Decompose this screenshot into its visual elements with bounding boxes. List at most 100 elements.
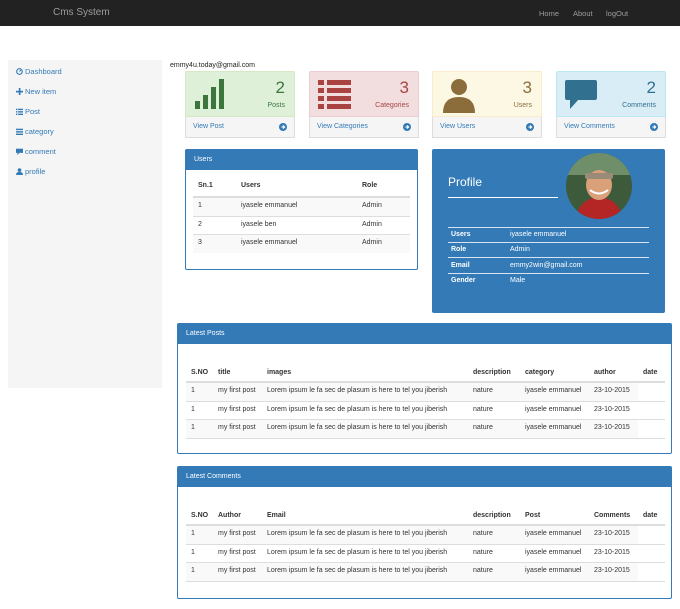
card-body: 2 Posts <box>185 71 295 117</box>
sidebar-item-category[interactable]: category <box>16 127 54 136</box>
panel-title: Latest Comments <box>186 473 241 480</box>
view-post-link[interactable]: View Post <box>185 117 295 138</box>
sidebar-item-post[interactable]: Post <box>16 107 40 116</box>
sidebar-item-dashboard[interactable]: Dashboard <box>16 67 62 76</box>
card-link-text: View Post <box>193 123 224 130</box>
posts-label: Posts <box>267 102 285 109</box>
brand-link[interactable]: Cms System <box>53 7 110 18</box>
users-panel: Users Sn.1 Users Role 1 iyasele emmanuel… <box>185 149 418 270</box>
row-divider <box>186 401 665 402</box>
card-link-text: View Comments <box>564 123 615 130</box>
latest-comments-panel: Latest Comments S.NO Author Email descri… <box>177 466 672 599</box>
table-cell: my first post <box>218 530 256 537</box>
card-body: 2 Comments <box>556 71 666 117</box>
nav-logout-link[interactable]: logOut <box>606 9 628 18</box>
bar-chart-icon <box>195 79 224 109</box>
list-icon <box>16 108 23 115</box>
column-header: images <box>267 369 292 376</box>
arrow-right-circle-icon <box>526 123 534 131</box>
table-cell: my first post <box>218 567 256 574</box>
profile-field-key: Role <box>451 246 467 253</box>
profile-field-value: iyasele emmanuel <box>510 231 567 238</box>
arrow-right-circle-icon <box>403 123 411 131</box>
table-cell: 2 <box>198 221 202 228</box>
table-cell: my first post <box>218 406 256 413</box>
table-cell: 1 <box>198 202 202 209</box>
sidebar-item-label: New item <box>25 87 57 96</box>
profile-field-value: emmy2win@gmail.com <box>510 262 583 269</box>
panel-title: Users <box>194 156 213 163</box>
table-cell: Admin <box>362 202 382 209</box>
profile-panel: Profile Users iyasele emmanuel Role Admi… <box>432 149 665 313</box>
plus-icon <box>16 88 23 95</box>
arrow-right-circle-icon <box>279 123 287 131</box>
profile-field-value: Male <box>510 277 526 284</box>
table-cell: Lorem ipsum le fa sec de plasum is here … <box>267 406 448 413</box>
comment-icon <box>16 148 23 155</box>
user-email: emmy4u.today@gmail.com <box>170 62 255 69</box>
table-cell: my first post <box>218 549 256 556</box>
table-cell: nature <box>473 406 493 413</box>
avatar <box>566 153 632 219</box>
view-categories-link[interactable]: View Categories <box>309 117 419 138</box>
table-cell: iyasele ben <box>241 221 277 228</box>
profile-title: Profile <box>448 175 483 189</box>
column-header: Role <box>362 182 378 189</box>
sidebar-item-profile[interactable]: profile <box>16 167 45 176</box>
users-count: 3 <box>522 78 532 97</box>
profile-row-divider <box>448 257 649 258</box>
users-card: 3 Users View Users <box>432 71 542 138</box>
column-header: Email <box>267 512 286 519</box>
table-cell: iyasele emmanuel <box>241 202 298 209</box>
view-comments-link[interactable]: View Comments <box>556 117 666 138</box>
list-icon <box>16 128 23 135</box>
profile-field-value: Admin <box>510 246 530 253</box>
sidebar-item-label: category <box>25 127 54 136</box>
table-cell: Lorem ipsum le fa sec de plasum is here … <box>267 387 448 394</box>
table-cell: iyasele emmanuel <box>525 549 582 556</box>
sidebar-item-comment[interactable]: comment <box>16 147 56 156</box>
table-cell: iyasele emmanuel <box>525 530 582 537</box>
column-header: date <box>643 512 658 519</box>
user-icon <box>443 79 475 113</box>
panel-heading: Latest Comments <box>178 467 671 487</box>
profile-divider <box>448 197 558 198</box>
table-cell: nature <box>473 387 493 394</box>
comment-icon <box>565 80 597 109</box>
comments-card: 2 Comments View Comments <box>556 71 666 138</box>
column-header: Users <box>241 182 261 189</box>
sidebar-item-label: profile <box>25 167 46 176</box>
view-users-link[interactable]: View Users <box>432 117 542 138</box>
categories-label: Categories <box>375 102 409 109</box>
table-cell: Lorem ipsum le fa sec de plasum is here … <box>267 549 448 556</box>
arrow-right-circle-icon <box>650 123 658 131</box>
table-cell: iyasele emmanuel <box>241 239 298 246</box>
nav-about-link[interactable]: About <box>573 9 593 18</box>
nav-home-link[interactable]: Home <box>539 9 559 18</box>
card-link-text: View Categories <box>317 123 368 130</box>
categories-card: 3 Categories View Categories <box>309 71 419 138</box>
posts-count: 2 <box>275 78 285 97</box>
row-divider <box>186 544 665 545</box>
panel-title: Latest Posts <box>186 330 225 337</box>
table-cell: iyasele emmanuel <box>525 387 582 394</box>
column-header: date <box>643 369 658 376</box>
posts-card: 2 Posts View Post <box>185 71 295 138</box>
table-cell: 23-10-2015 <box>594 549 630 556</box>
users-label: Users <box>513 102 532 109</box>
table-cell: nature <box>473 549 493 556</box>
table-cell: iyasele emmanuel <box>525 424 582 431</box>
table-cell: 1 <box>191 406 195 413</box>
sidebar-item-label: Dashboard <box>25 67 62 76</box>
column-header: Author <box>218 512 241 519</box>
table-cell: 23-10-2015 <box>594 387 630 394</box>
table-cell: Admin <box>362 221 382 228</box>
table-cell: Lorem ipsum le fa sec de plasum is here … <box>267 424 448 431</box>
categories-count: 3 <box>399 78 409 97</box>
sidebar-item-new-item[interactable]: New item <box>16 87 56 96</box>
table-cell: 1 <box>191 567 195 574</box>
column-header: category <box>525 369 555 376</box>
table-cell: 1 <box>191 530 195 537</box>
table-cell: Admin <box>362 239 382 246</box>
card-link-text: View Users <box>440 123 476 130</box>
